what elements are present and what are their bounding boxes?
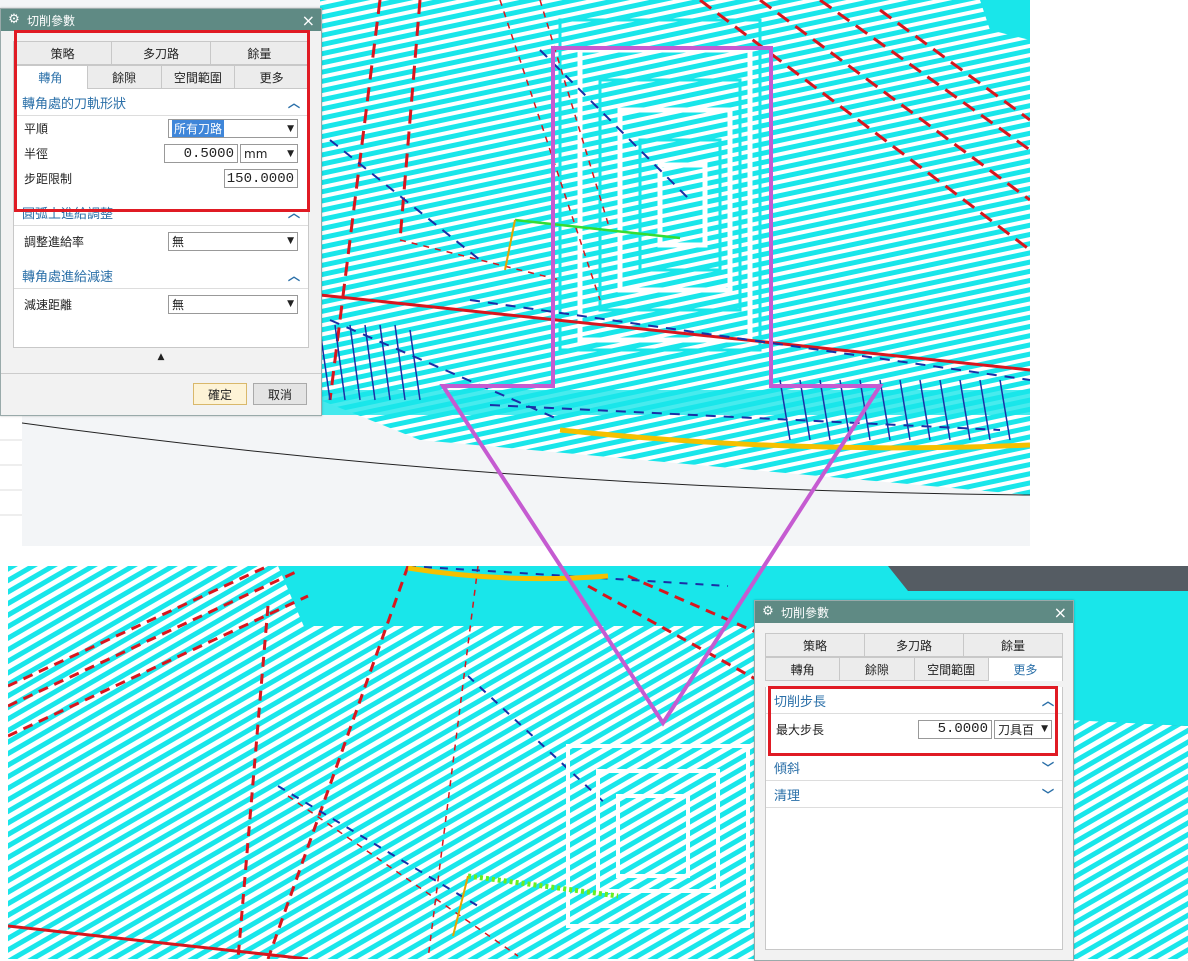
tab-clearances[interactable]: 餘隙 bbox=[87, 65, 162, 89]
tab-multiple-passes[interactable]: 多刀路 bbox=[865, 633, 964, 657]
close-icon[interactable]: × bbox=[1054, 603, 1067, 622]
tab-more[interactable]: 更多 bbox=[988, 657, 1063, 681]
close-icon[interactable]: × bbox=[302, 11, 315, 30]
section-cleanup[interactable]: 清理 ﹀ bbox=[766, 781, 1062, 808]
tab-more[interactable]: 更多 bbox=[235, 65, 309, 89]
cancel-button[interactable]: 取消 bbox=[253, 383, 307, 405]
radius-unit-select[interactable]: mm ▼ bbox=[240, 144, 298, 163]
section-corner-shape[interactable]: 轉角處的刀軌形狀 ︿ bbox=[14, 89, 308, 116]
chevron-up-icon[interactable]: ︿ bbox=[288, 94, 300, 111]
tab-row-2: 轉角 餘隙 空間範圍 更多 bbox=[13, 65, 309, 89]
stepover-limit-row: 步距限制 150.0000 bbox=[14, 166, 308, 191]
unit-value: 刀具百 bbox=[998, 722, 1035, 737]
tab-row-2: 轉角 餘隙 空間範圍 更多 bbox=[765, 657, 1063, 681]
dropdown-arrow-icon: ▼ bbox=[287, 299, 294, 309]
tab-stock[interactable]: 餘量 bbox=[964, 633, 1063, 657]
radius-input[interactable]: 0.5000 bbox=[164, 144, 238, 163]
field-label: 半徑 bbox=[24, 147, 49, 161]
section-title: 轉角處的刀軌形狀 bbox=[22, 96, 127, 112]
tab-panel: 切削步長 ︿ 最大步長 5.0000 刀具百 ▼ 傾斜 ﹀ 清理 ﹀ bbox=[765, 687, 1063, 950]
tab-stock[interactable]: 餘量 bbox=[210, 41, 309, 65]
field-label: 平順 bbox=[24, 122, 49, 136]
tab-panel: 轉角處的刀軌形狀 ︿ 平順 所有刀路 ▼ 半徑 0.5000 mm ▼ 步距限制 bbox=[13, 89, 309, 348]
chevron-down-icon[interactable]: ﹀ bbox=[1042, 786, 1054, 803]
adjust-feed-select[interactable]: 無 ▼ bbox=[168, 231, 298, 251]
gear-icon: ⚙ bbox=[8, 12, 20, 27]
chevron-up-icon[interactable]: ︿ bbox=[1042, 692, 1054, 709]
field-label: 步距限制 bbox=[24, 172, 73, 186]
tab-multiple-passes[interactable]: 多刀路 bbox=[112, 41, 211, 65]
dropdown-arrow-icon: ▼ bbox=[287, 123, 294, 134]
stepover-limit-input[interactable]: 150.0000 bbox=[224, 169, 298, 188]
slowdown-distance-select[interactable]: 無 ▼ bbox=[168, 294, 298, 314]
section-cut-step[interactable]: 切削步長 ︿ bbox=[766, 687, 1062, 714]
section-corner-slowdown[interactable]: 轉角處進給減速 ︿ bbox=[14, 262, 308, 289]
tab-corners[interactable]: 轉角 bbox=[765, 657, 841, 681]
radius-row: 半徑 0.5000 mm ▼ bbox=[14, 141, 308, 166]
max-step-unit-select[interactable]: 刀具百 ▼ bbox=[994, 719, 1052, 739]
cut-params-dialog-top: ⚙ 切削參數 × 策略 多刀路 餘量 轉角 餘隙 空間範圍 更多 轉角處的刀軌形… bbox=[0, 8, 322, 416]
smoothing-row: 平順 所有刀路 ▼ bbox=[14, 116, 308, 141]
field-label: 減速距離 bbox=[24, 297, 73, 312]
chevron-up-icon[interactable]: ︿ bbox=[288, 267, 300, 284]
dialog-title: 切削參數 bbox=[27, 13, 76, 28]
gear-icon: ⚙ bbox=[762, 604, 774, 619]
chevron-down-icon[interactable]: ﹀ bbox=[1042, 759, 1054, 776]
dialog-footer: 確定 取消 bbox=[1, 373, 321, 414]
dropdown-arrow-icon: ▼ bbox=[287, 148, 294, 159]
section-arc-feed[interactable]: 圓弧上進給調整 ︿ bbox=[14, 199, 308, 226]
slowdown-distance-row: 減速距離 無 ▼ bbox=[14, 289, 308, 319]
section-title: 清理 bbox=[774, 788, 801, 804]
dialog-titlebar[interactable]: ⚙ 切削參數 × bbox=[1, 9, 321, 31]
tab-strategy[interactable]: 策略 bbox=[765, 633, 865, 657]
dialog-body: 策略 多刀路 餘量 轉角 餘隙 空間範圍 更多 切削步長 ︿ 最大步長 5.00… bbox=[765, 633, 1063, 950]
cut-params-dialog-bottom: ⚙ 切削參數 × 策略 多刀路 餘量 轉角 餘隙 空間範圍 更多 切削步長 ︿ … bbox=[754, 600, 1074, 961]
ok-button[interactable]: 確定 bbox=[193, 383, 247, 405]
selected-value: 無 bbox=[172, 297, 185, 312]
section-tilt[interactable]: 傾斜 ﹀ bbox=[766, 754, 1062, 781]
tab-row-1: 策略 多刀路 餘量 bbox=[13, 41, 309, 65]
chevron-up-icon[interactable]: ︿ bbox=[288, 204, 300, 221]
dialog-body: 策略 多刀路 餘量 轉角 餘隙 空間範圍 更多 轉角處的刀軌形狀 ︿ 平順 所有… bbox=[13, 41, 309, 366]
section-title: 傾斜 bbox=[774, 761, 801, 777]
smoothing-select[interactable]: 所有刀路 ▼ bbox=[168, 119, 298, 138]
selected-value: 所有刀路 bbox=[172, 120, 225, 137]
unit-value: mm bbox=[244, 146, 268, 161]
adjust-feed-row: 調整進給率 無 ▼ bbox=[14, 226, 308, 256]
selected-value: 無 bbox=[172, 234, 185, 249]
section-title: 轉角處進給減速 bbox=[22, 269, 114, 285]
dialog-titlebar[interactable]: ⚙ 切削參數 × bbox=[755, 601, 1073, 623]
field-label: 調整進給率 bbox=[24, 234, 85, 249]
max-step-input[interactable]: 5.0000 bbox=[918, 719, 992, 739]
tab-row-1: 策略 多刀路 餘量 bbox=[765, 633, 1063, 657]
dropdown-arrow-icon: ▼ bbox=[1041, 724, 1048, 734]
tab-corners[interactable]: 轉角 bbox=[13, 65, 88, 89]
section-title: 圓弧上進給調整 bbox=[22, 206, 114, 222]
tab-containment[interactable]: 空間範圍 bbox=[161, 65, 236, 89]
max-step-row: 最大步長 5.0000 刀具百 ▼ bbox=[766, 714, 1062, 744]
section-title: 切削步長 bbox=[774, 694, 827, 710]
field-label: 最大步長 bbox=[776, 722, 825, 737]
dialog-title: 切削參數 bbox=[781, 605, 830, 620]
tab-clearances[interactable]: 餘隙 bbox=[840, 657, 915, 681]
tab-strategy[interactable]: 策略 bbox=[13, 41, 113, 65]
tab-containment[interactable]: 空間範圍 bbox=[914, 657, 989, 681]
expand-arrow-icon[interactable]: ▲ bbox=[13, 348, 309, 366]
dropdown-arrow-icon: ▼ bbox=[287, 236, 294, 246]
